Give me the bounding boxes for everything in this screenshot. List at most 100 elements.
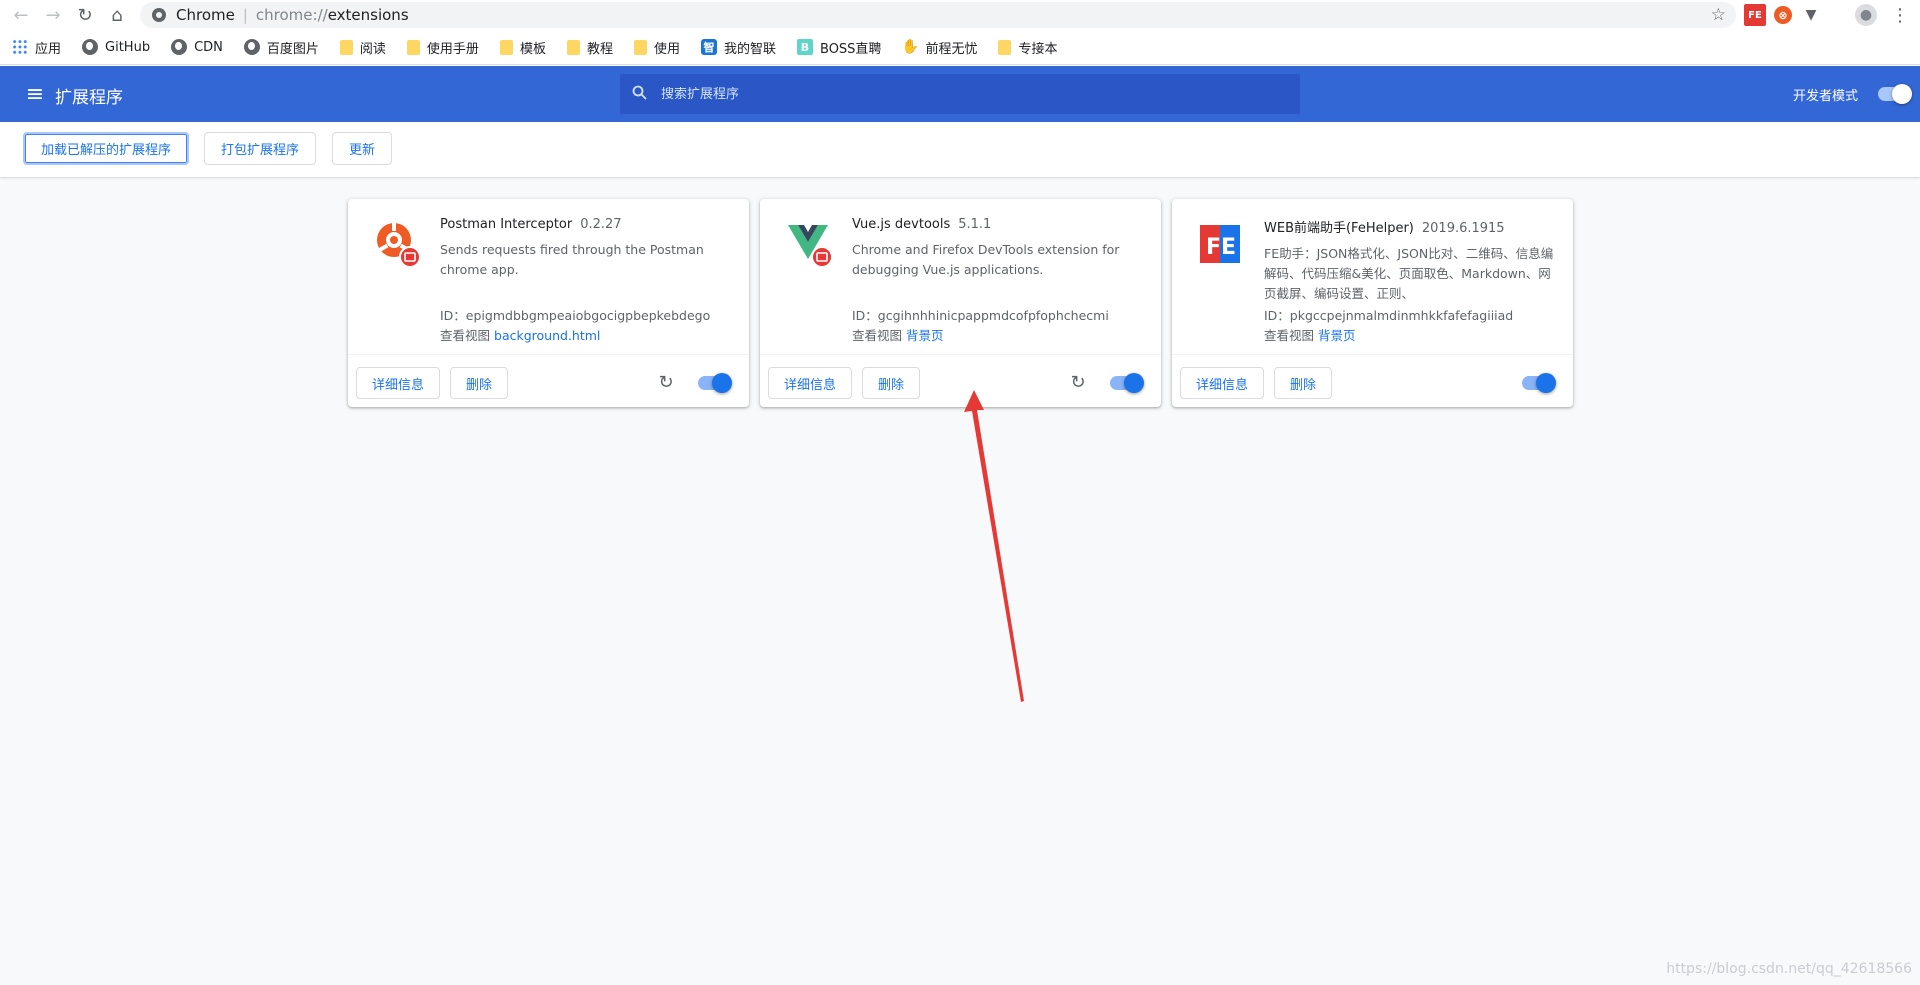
bookmark-label: 教程 <box>586 41 613 57</box>
postman-icon[interactable]: ⊗ <box>1774 6 1792 24</box>
remove-button[interactable]: 删除 <box>450 367 509 399</box>
chrome-site-icon <box>152 8 166 22</box>
load-unpacked-button[interactable]: 加载已解压的扩展程序 <box>23 132 190 165</box>
inspect-view-link[interactable]: background.html <box>494 328 600 343</box>
profile-avatar-icon[interactable]: ● <box>1855 4 1877 26</box>
enable-toggle[interactable] <box>698 373 732 393</box>
bookmark-label: 模板 <box>519 41 546 57</box>
extension-name: Vue.js devtools <box>852 217 951 232</box>
forward-arrow-icon[interactable]: → <box>40 3 66 27</box>
card-body: FE WEB前端助手(FeHelper) 2019.6.1915 FE助手：JSON格… <box>1172 199 1573 354</box>
bookmark-item[interactable]: 应用 <box>12 38 61 57</box>
address-bar-row: ← → ↻ ⌂ Chrome | chrome:// extensions ☆ … <box>0 0 1920 30</box>
card-info: Postman Interceptor 0.2.27 Sends requests … <box>440 217 730 296</box>
home-icon[interactable]: ⌂ <box>104 3 130 27</box>
back-arrow-icon[interactable]: ← <box>8 3 34 27</box>
card-body: Postman Interceptor 0.2.27 Sends requests … <box>348 199 749 354</box>
omnibox[interactable]: Chrome | chrome:// extensions ☆ <box>140 2 1736 28</box>
bookmark-item[interactable]: 教程 <box>566 38 613 57</box>
details-button[interactable]: 详细信息 <box>356 367 441 399</box>
extension-name: WEB前端助手(FeHelper) <box>1264 221 1414 236</box>
enable-toggle[interactable] <box>1110 373 1144 393</box>
details-button[interactable]: 详细信息 <box>1180 367 1265 399</box>
omnibox-separator: | <box>242 6 248 24</box>
search-icon <box>632 85 647 104</box>
reload-icon[interactable]: ↻ <box>72 3 98 27</box>
card-footer: 详细信息 删除 <box>1172 354 1573 407</box>
bookmark-item[interactable]: GitHub <box>82 39 150 55</box>
bookmark-label: BOSS直聘 <box>820 41 882 57</box>
extension-description: Sends requests fired through the Postman… <box>440 242 704 277</box>
card-body: Vue.js devtools 5.1.1 Chrome and Firefox D… <box>760 199 1161 354</box>
watermark: https://blog.csdn.net/qq_42618566 <box>1666 961 1912 977</box>
hand-icon: ✋ <box>901 39 920 55</box>
annotation-arrow <box>964 390 1024 702</box>
remove-button[interactable]: 删除 <box>862 367 921 399</box>
bookmark-label: GitHub <box>105 39 151 55</box>
bookmark-label: 阅读 <box>359 41 386 57</box>
bookmark-item[interactable]: 模板 <box>499 38 546 57</box>
vue-devtools-icon[interactable]: ▼ <box>1800 4 1822 26</box>
extensions-header: ≡ 扩展程序 开发者模式 <box>0 66 1920 122</box>
extension-name: Postman Interceptor <box>440 217 573 232</box>
page-title: 扩展程序 <box>55 88 123 108</box>
svg-text:FE: FE <box>1206 235 1236 260</box>
bookmark-item[interactable]: ✋ 前程无忧 <box>901 38 978 57</box>
omnibox-scheme: chrome:// <box>255 6 328 24</box>
hamburger-menu-icon[interactable]: ≡ <box>24 82 46 107</box>
search-box[interactable] <box>620 74 1300 114</box>
extension-card: Vue.js devtools 5.1.1 Chrome and Firefox D… <box>760 199 1161 407</box>
bookmark-item[interactable]: 智我的智联 <box>700 38 776 57</box>
omnibox-site-label: Chrome <box>176 6 235 24</box>
boss-icon: B <box>797 39 813 55</box>
extension-version: 5.1.1 <box>958 217 992 232</box>
bookmark-item[interactable]: 使用 <box>633 38 680 57</box>
details-button[interactable]: 详细信息 <box>768 367 853 399</box>
bookmark-item[interactable]: 专接本 <box>998 38 1057 57</box>
inspect-view-link[interactable]: 背景页 <box>1318 328 1356 343</box>
folder-icon <box>406 39 420 55</box>
toggle-knob <box>1536 373 1556 393</box>
inspect-views: 查看视图 背景页 <box>852 325 944 344</box>
remove-button[interactable]: 删除 <box>1274 367 1333 399</box>
fehelper-icon[interactable]: FE <box>1744 4 1766 26</box>
extension-id: ID：pkgccpejnmalmdinmhkkfafefagiiiad <box>1264 308 1514 323</box>
bookmark-item[interactable]: 使用手册 <box>406 38 479 57</box>
bookmark-label: 前程无忧 <box>925 41 978 57</box>
bookmarks-bar: 应用 GitHub CDN 百度图片 阅读 使用手册 模板 教程 使用 智我的智联 B BOSS直聘 ✋… <box>0 30 1920 65</box>
folder-icon <box>339 39 353 55</box>
developer-mode-toggle[interactable] <box>1878 84 1912 104</box>
inspect-views: 查看视图 background.html <box>440 325 600 344</box>
folder-icon <box>998 39 1012 55</box>
fehelper-icon: FE <box>1198 221 1246 269</box>
folder-icon <box>566 39 580 55</box>
inspect-view-link[interactable]: 背景页 <box>906 328 944 343</box>
extension-card: Postman Interceptor 0.2.27 Sends requests … <box>348 199 749 407</box>
bookmark-item[interactable]: CDN <box>171 39 223 55</box>
toggle-knob <box>712 373 732 393</box>
omnibox-path: extensions <box>327 6 409 24</box>
extension-version: 0.2.27 <box>580 217 622 232</box>
card-name-row: Postman Interceptor 0.2.27 <box>440 217 730 232</box>
bookmark-star-icon[interactable]: ☆ <box>1711 5 1726 25</box>
bookmark-item[interactable]: B BOSS直聘 <box>797 38 881 57</box>
bookmark-label: 百度图片 <box>266 41 319 57</box>
bookmark-item[interactable]: 阅读 <box>339 38 386 57</box>
reload-icon[interactable]: ↻ <box>654 370 678 394</box>
enable-toggle[interactable] <box>1522 373 1556 393</box>
card-name-row: WEB前端助手(FeHelper) 2019.6.1915 <box>1264 217 1554 236</box>
card-info: Vue.js devtools 5.1.1 Chrome and Firefox D… <box>852 217 1142 296</box>
card-info: WEB前端助手(FeHelper) 2019.6.1915 FE助手：JSON格式化… <box>1264 217 1554 300</box>
bookmark-item[interactable]: 百度图片 <box>243 38 319 57</box>
update-button[interactable]: 更新 <box>332 132 393 165</box>
chrome-menu-icon[interactable]: ⋮ <box>1890 3 1910 27</box>
pack-extension-button[interactable]: 打包扩展程序 <box>204 132 317 165</box>
postman-icon <box>374 221 422 269</box>
zhilian-icon: 智 <box>700 39 717 55</box>
reload-icon[interactable]: ↻ <box>1066 370 1090 394</box>
globe-icon <box>171 39 188 55</box>
card-name-row: Vue.js devtools 5.1.1 <box>852 217 1142 232</box>
extension-icons: FE ⊗ ▼ <box>1744 4 1822 26</box>
extension-card: FE WEB前端助手(FeHelper) 2019.6.1915 FE助手：JSON格… <box>1172 199 1573 407</box>
search-input[interactable] <box>661 86 1261 102</box>
